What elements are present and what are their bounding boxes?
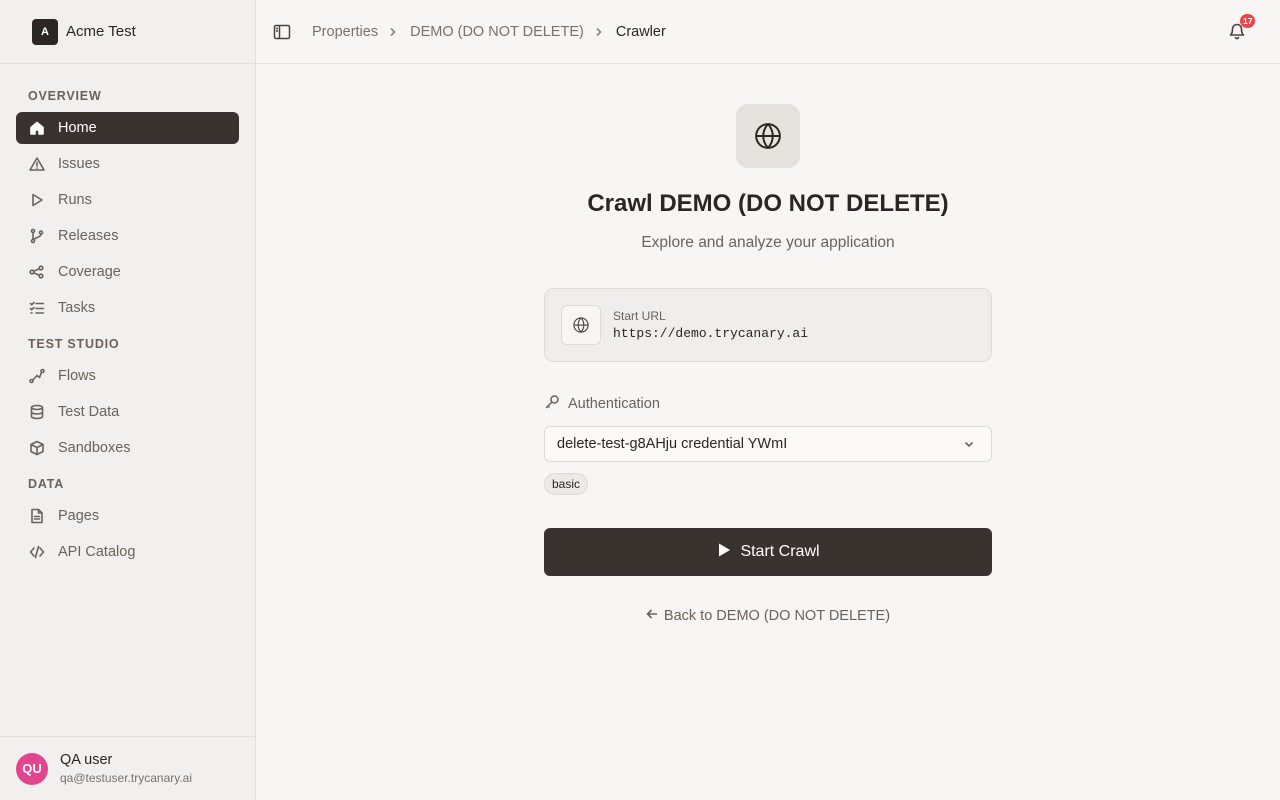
chevron-down-icon [963, 438, 977, 452]
brand-logo: A [32, 18, 58, 45]
sidebar-item-pages[interactable]: Pages [16, 500, 239, 532]
home-icon [28, 119, 46, 137]
sidebar-item-label: Issues [58, 156, 100, 172]
start-crawl-label: Start Crawl [740, 543, 820, 560]
sidebar-toggle-icon[interactable] [272, 22, 292, 42]
authentication-label-text: Authentication [568, 396, 660, 412]
page-title: Crawl DEMO (DO NOT DELETE) [587, 190, 949, 217]
sidebar-item-label: Releases [58, 228, 119, 244]
sidebar-item-label: Home [58, 120, 97, 136]
key-icon [544, 394, 568, 414]
network-icon [28, 263, 46, 281]
play-icon [716, 542, 740, 563]
sidebar-item-label: Sandboxes [58, 440, 131, 456]
sidebar-item-label: Tasks [58, 300, 96, 316]
start-url-card: Start URL https://demo.trycanary.ai [544, 288, 992, 362]
brand-name: Acme Test [66, 23, 136, 40]
user-menu[interactable]: QU QA user qa@testuser.trycanary.ai [0, 736, 255, 800]
sidebar-item-test-data[interactable]: Test Data [16, 396, 239, 428]
sidebar: A Acme Test OVERVIEW Home Issues Runs Re… [0, 0, 256, 800]
sidebar-item-label: Test Data [58, 404, 120, 420]
authentication-select[interactable]: delete-test-g8AHju credential YWmI [544, 426, 992, 462]
notifications-button[interactable]: 17 [1228, 14, 1256, 44]
back-link-label: Back to DEMO (DO NOT DELETE) [663, 608, 891, 624]
bell-icon [1228, 23, 1246, 44]
top-header: Properties DEMO (DO NOT DELETE) Crawler … [256, 0, 1280, 64]
checklist-icon [28, 299, 46, 317]
sidebar-item-runs[interactable]: Runs [16, 184, 239, 216]
back-link[interactable]: Back to DEMO (DO NOT DELETE) [256, 608, 1280, 624]
user-email: qa@testuser.trycanary.ai [60, 771, 193, 785]
user-name: QA user [60, 752, 113, 768]
chevron-right-icon [388, 26, 400, 38]
sidebar-item-label: Runs [58, 192, 92, 208]
sidebar-item-api-catalog[interactable]: API Catalog [16, 536, 239, 568]
breadcrumb: Properties DEMO (DO NOT DELETE) Crawler [312, 24, 666, 40]
play-icon [28, 191, 46, 209]
auth-type-tag: basic [544, 473, 589, 495]
globe-icon [561, 305, 601, 345]
code-icon [28, 543, 46, 561]
start-url-label: Start URL [613, 309, 666, 323]
sidebar-item-label: Flows [58, 368, 96, 384]
sidebar-item-label: API Catalog [58, 544, 136, 560]
section-title-test-studio: TEST STUDIO [28, 337, 120, 351]
main-content: Crawl DEMO (DO NOT DELETE) Explore and a… [256, 64, 1280, 800]
sidebar-item-label: Pages [58, 508, 100, 524]
sidebar-item-issues[interactable]: Issues [16, 148, 239, 180]
sidebar-item-coverage[interactable]: Coverage [16, 256, 239, 288]
globe-icon [736, 104, 800, 168]
section-title-overview: OVERVIEW [28, 89, 102, 103]
start-crawl-button[interactable]: Start Crawl [544, 528, 992, 576]
warning-icon [28, 155, 46, 173]
sidebar-item-sandboxes[interactable]: Sandboxes [16, 432, 239, 464]
breadcrumb-properties[interactable]: Properties [312, 24, 378, 40]
sidebar-item-releases[interactable]: Releases [16, 220, 239, 252]
page-subtitle: Explore and analyze your application [641, 234, 895, 251]
box-icon [28, 439, 46, 457]
section-title-data: DATA [28, 477, 65, 491]
sidebar-item-flows[interactable]: Flows [16, 360, 239, 392]
notification-count-badge: 17 [1240, 14, 1256, 28]
arrow-left-icon [646, 608, 664, 624]
sidebar-item-home[interactable]: Home [16, 112, 239, 144]
flow-icon [28, 367, 46, 385]
database-icon [28, 403, 46, 421]
sidebar-item-tasks[interactable]: Tasks [16, 292, 239, 324]
brand[interactable]: A Acme Test [0, 0, 255, 64]
sidebar-item-label: Coverage [58, 264, 121, 280]
chevron-right-icon [594, 26, 606, 38]
avatar: QU [16, 752, 48, 785]
file-icon [28, 507, 46, 525]
breadcrumb-current: Crawler [615, 23, 666, 40]
start-url-value: https://demo.trycanary.ai [613, 326, 809, 341]
authentication-selected-value: delete-test-g8AHju credential YWmI [557, 436, 788, 452]
git-branch-icon [28, 227, 46, 245]
breadcrumb-property[interactable]: DEMO (DO NOT DELETE) [410, 24, 584, 40]
authentication-label: Authentication [544, 394, 660, 414]
